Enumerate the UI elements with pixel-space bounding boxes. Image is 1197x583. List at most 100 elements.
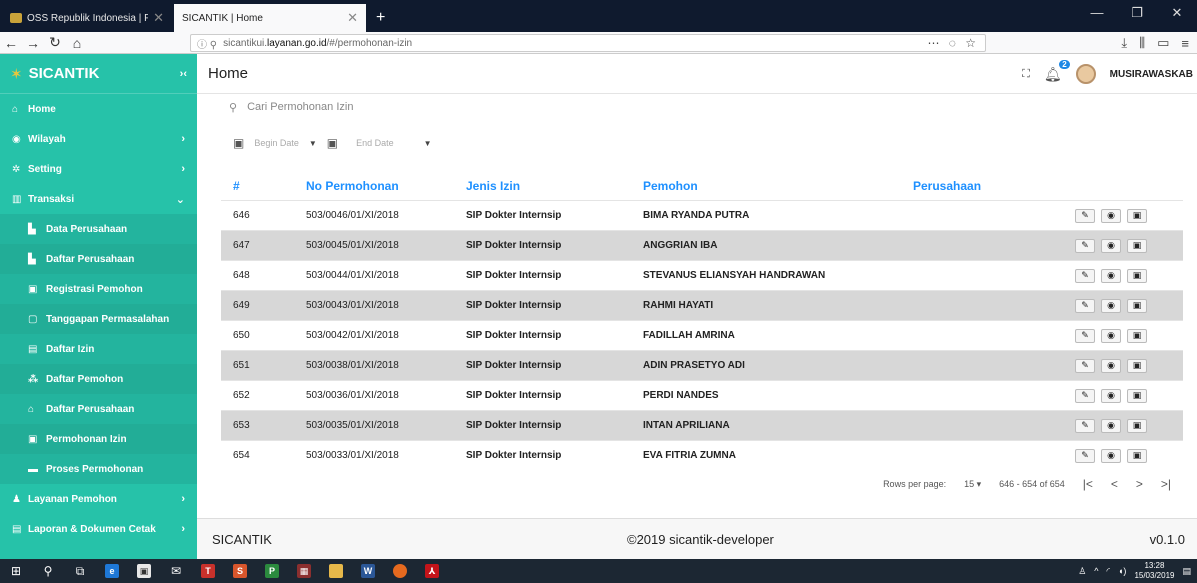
- delete-icon[interactable]: ▣: [1127, 208, 1147, 223]
- collapse-sidebar-icon[interactable]: ›‹: [180, 68, 187, 80]
- close-window-icon[interactable]: ✕: [1157, 0, 1197, 26]
- back-icon[interactable]: ←: [0, 35, 22, 51]
- delete-icon[interactable]: ▣: [1127, 388, 1147, 403]
- minimize-icon[interactable]: —: [1077, 0, 1117, 26]
- people-icon[interactable]: ♙: [1078, 566, 1086, 577]
- app-s-icon[interactable]: S: [224, 559, 256, 583]
- edit-icon[interactable]: ✎: [1075, 358, 1095, 373]
- sidebar-subitem-tanggapan-permasalahan[interactable]: ▢ Tanggapan Permasalahan: [0, 304, 197, 334]
- view-icon[interactable]: ◉: [1101, 298, 1121, 313]
- calendar-icon[interactable]: ▣: [327, 136, 338, 150]
- delete-icon[interactable]: ▣: [1127, 448, 1147, 463]
- sidebar-subitem-registrasi-pemohon[interactable]: ▣ Registrasi Pemohon: [0, 274, 197, 304]
- chevron-down-icon[interactable]: ▼: [309, 139, 317, 148]
- app-p-icon[interactable]: P: [256, 559, 288, 583]
- table-row[interactable]: 647 503/0045/01/XI/2018 SIP Dokter Interns…: [221, 230, 1183, 260]
- browser-tab-sicantik[interactable]: SICANTIK | Home ✕: [174, 4, 366, 32]
- close-tab-icon[interactable]: ✕: [153, 10, 164, 26]
- page-actions-icon[interactable]: ⋯ ◌ ☆: [927, 36, 979, 50]
- mail-icon[interactable]: ✉: [160, 559, 192, 583]
- delete-icon[interactable]: ▣: [1127, 328, 1147, 343]
- firefox-icon[interactable]: [384, 559, 416, 583]
- view-icon[interactable]: ◉: [1101, 268, 1121, 283]
- app-t-icon[interactable]: T: [192, 559, 224, 583]
- delete-icon[interactable]: ▣: [1127, 238, 1147, 253]
- edit-icon[interactable]: ✎: [1075, 268, 1095, 283]
- sidebar-item-setting[interactable]: ✲ Setting ›: [0, 154, 197, 184]
- pdf-reader-icon[interactable]: ⅄: [416, 559, 448, 583]
- search-icon[interactable]: ⚲: [32, 559, 64, 583]
- column-header-jenis[interactable]: Jenis Izin: [466, 179, 643, 193]
- network-icon[interactable]: ◜: [1107, 566, 1111, 577]
- site-info-icon[interactable]: ⓘ ⚲: [197, 36, 217, 51]
- edit-icon[interactable]: ✎: [1075, 328, 1095, 343]
- new-tab-button[interactable]: +: [366, 4, 395, 32]
- download-icon[interactable]: ⤓: [1121, 35, 1127, 51]
- view-icon[interactable]: ◉: [1101, 208, 1121, 223]
- sidebar-toggle-icon[interactable]: ▭: [1157, 35, 1169, 51]
- view-icon[interactable]: ◉: [1101, 388, 1121, 403]
- clock[interactable]: 13:28 15/03/2019: [1134, 561, 1174, 581]
- tray-chevron-icon[interactable]: ^: [1094, 566, 1098, 576]
- begin-date-input[interactable]: Begin Date: [254, 138, 299, 148]
- sidebar-subitem-daftar-perusahaan[interactable]: ⌂ Daftar Perusahaan: [0, 394, 197, 424]
- close-tab-icon[interactable]: ✕: [347, 10, 358, 26]
- notifications-icon[interactable]: ▤: [1182, 566, 1191, 577]
- column-header-pemohon[interactable]: Pemohon: [643, 179, 913, 193]
- maximize-icon[interactable]: ❐: [1117, 0, 1157, 26]
- home-browser-icon[interactable]: ⌂: [66, 35, 88, 51]
- prev-page-icon[interactable]: <: [1111, 477, 1118, 491]
- column-header-no[interactable]: No Permohonan: [306, 179, 466, 193]
- sidebar-item-transaksi[interactable]: ▥ Transaksi ⌄: [0, 184, 197, 214]
- fullscreen-icon[interactable]: ⛶: [1022, 68, 1030, 81]
- view-icon[interactable]: ◉: [1101, 448, 1121, 463]
- search-input[interactable]: Cari Permohonan Izin: [247, 101, 353, 113]
- edit-icon[interactable]: ✎: [1075, 418, 1095, 433]
- sidebar-subitem-daftar-perusahaan[interactable]: ▙ Daftar Perusahaan: [0, 244, 197, 274]
- sidebar-subitem-permohonan-izin[interactable]: ▣ Permohonan Izin: [0, 424, 197, 454]
- search-bar[interactable]: ⚲ Cari Permohonan Izin: [229, 98, 353, 116]
- sidebar-subitem-data-perusahaan[interactable]: ▙ Data Perusahaan: [0, 214, 197, 244]
- browser-tab-oss[interactable]: OSS Republik Indonesia | Pelay ✕: [2, 4, 172, 32]
- store-icon[interactable]: ▣: [128, 559, 160, 583]
- library-icon[interactable]: ⫼: [1139, 35, 1145, 51]
- column-header-id[interactable]: #: [221, 179, 306, 193]
- table-row[interactable]: 650 503/0042/01/XI/2018 SIP Dokter Interns…: [221, 320, 1183, 350]
- delete-icon[interactable]: ▣: [1127, 268, 1147, 283]
- reload-icon[interactable]: ↻: [44, 34, 66, 51]
- table-row[interactable]: 649 503/0043/01/XI/2018 SIP Dokter Interns…: [221, 290, 1183, 320]
- edit-icon[interactable]: ✎: [1075, 388, 1095, 403]
- sidebar-subitem-proses-permohonan[interactable]: ▬ Proses Permohonan: [0, 454, 197, 484]
- edge-icon[interactable]: e: [96, 559, 128, 583]
- calculator-icon[interactable]: ▦: [288, 559, 320, 583]
- view-icon[interactable]: ◉: [1101, 238, 1121, 253]
- file-explorer-icon[interactable]: [320, 559, 352, 583]
- edit-icon[interactable]: ✎: [1075, 448, 1095, 463]
- avatar[interactable]: [1075, 64, 1096, 84]
- windows-start-icon[interactable]: ⊞: [0, 559, 32, 583]
- first-page-icon[interactable]: |<: [1083, 477, 1093, 491]
- chevron-down-icon[interactable]: ▼: [424, 139, 432, 148]
- sidebar-item-laporan-dokumen-cetak[interactable]: ▤ Laporan & Dokumen Cetak ›: [0, 514, 197, 544]
- notification-bell-icon[interactable]: 🔔︎ 2: [1044, 59, 1070, 83]
- view-icon[interactable]: ◉: [1101, 358, 1121, 373]
- word-icon[interactable]: W: [352, 559, 384, 583]
- edit-icon[interactable]: ✎: [1075, 298, 1095, 313]
- table-row[interactable]: 646 503/0046/01/XI/2018 SIP Dokter Interns…: [221, 200, 1183, 230]
- volume-icon[interactable]: ◖): [1118, 566, 1126, 576]
- rows-per-page-select[interactable]: 15 ▾: [964, 479, 981, 490]
- sidebar-item-wilayah[interactable]: ◉ Wilayah ›: [0, 124, 197, 154]
- last-page-icon[interactable]: >|: [1161, 477, 1171, 491]
- edit-icon[interactable]: ✎: [1075, 208, 1095, 223]
- column-header-perusahaan[interactable]: Perusahaan: [913, 179, 1043, 193]
- delete-icon[interactable]: ▣: [1127, 298, 1147, 313]
- calendar-icon[interactable]: ▣: [233, 136, 244, 150]
- sidebar-subitem-daftar-izin[interactable]: ▤ Daftar Izin: [0, 334, 197, 364]
- menu-icon[interactable]: ≡: [1181, 36, 1189, 51]
- table-row[interactable]: 654 503/0033/01/XI/2018 SIP Dokter Interns…: [221, 440, 1183, 470]
- delete-icon[interactable]: ▣: [1127, 418, 1147, 433]
- sidebar-item-layanan-pemohon[interactable]: ♟ Layanan Pemohon ›: [0, 484, 197, 514]
- table-row[interactable]: 653 503/0035/01/XI/2018 SIP Dokter Interns…: [221, 410, 1183, 440]
- edit-icon[interactable]: ✎: [1075, 238, 1095, 253]
- sidebar-subitem-daftar-pemohon[interactable]: ⁂ Daftar Pemohon: [0, 364, 197, 394]
